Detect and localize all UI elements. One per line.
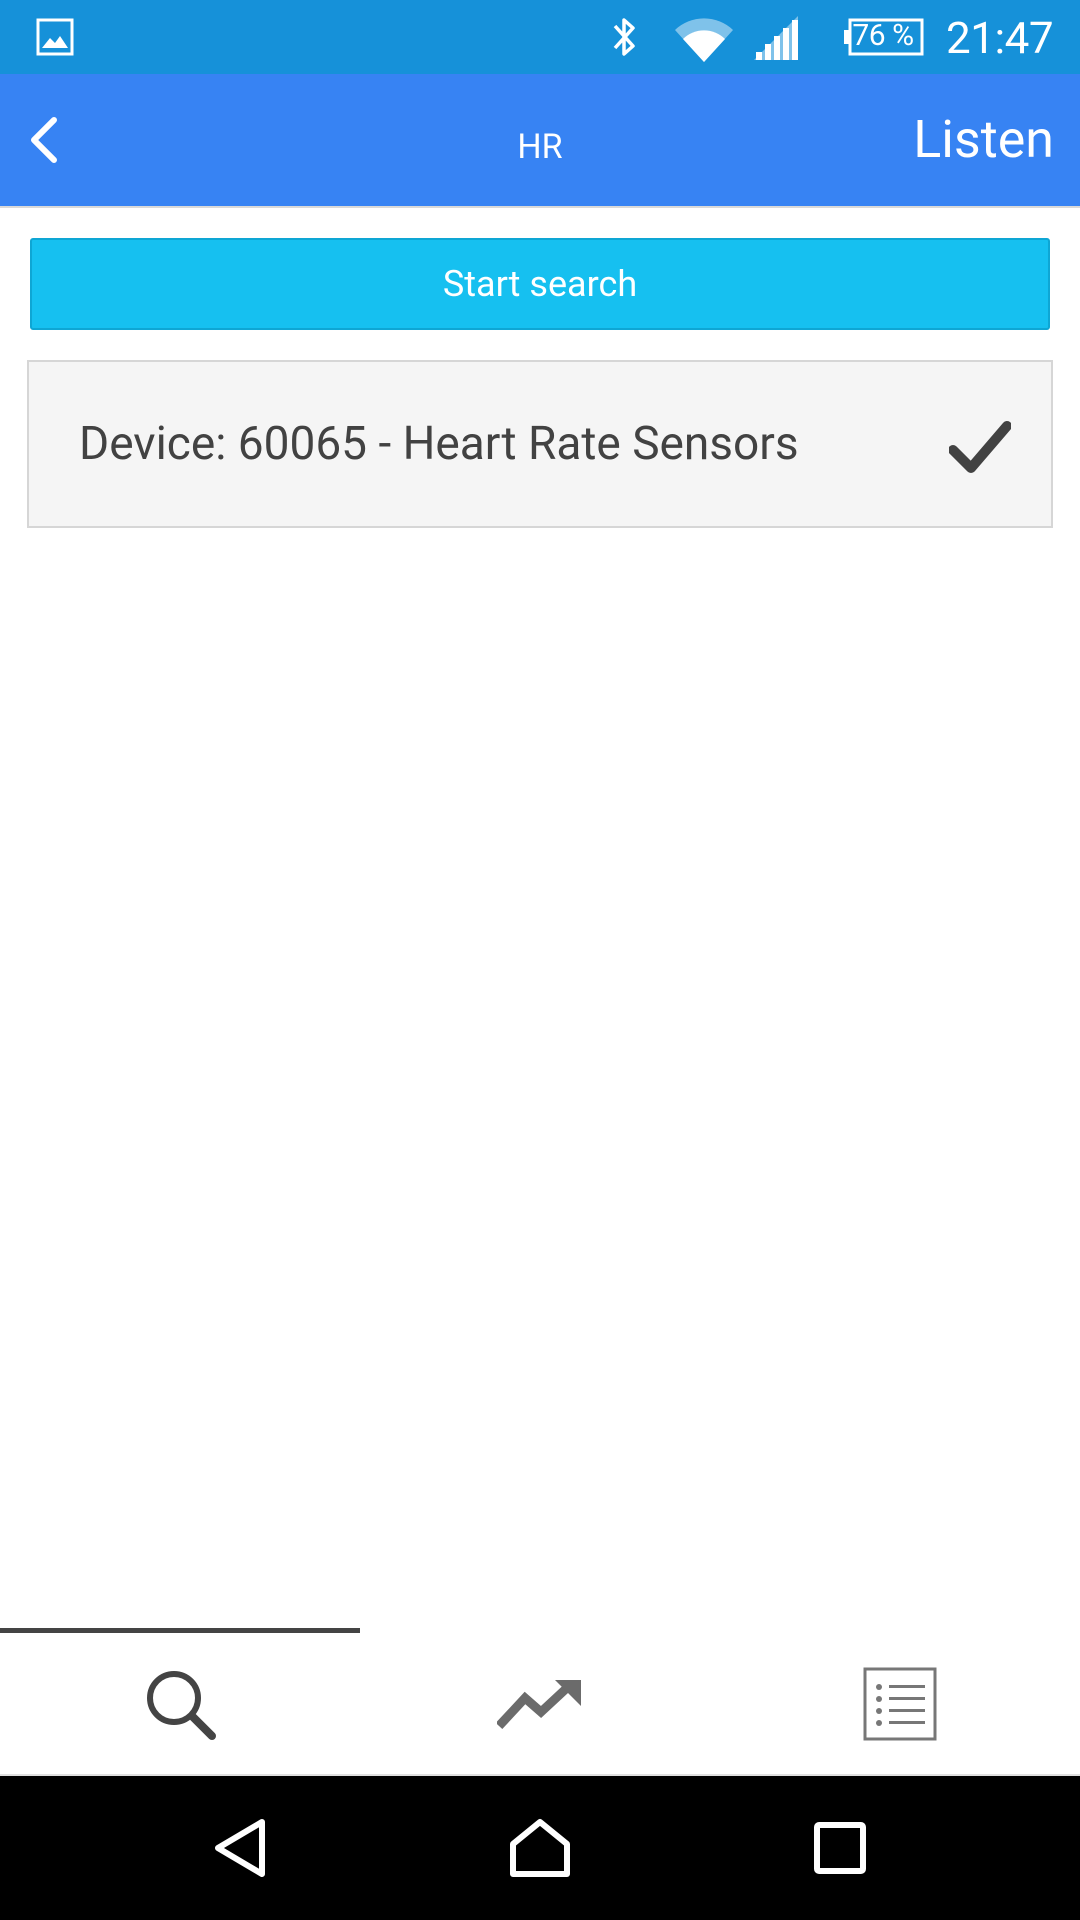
tab-trend[interactable]: [360, 1633, 720, 1774]
app-bar: HR Listen: [0, 74, 1080, 206]
device-list-item[interactable]: Device: 60065 - Heart Rate Sensors: [27, 360, 1053, 528]
gallery-icon: [36, 18, 74, 56]
search-icon: [147, 1670, 216, 1740]
listen-button[interactable]: Listen: [913, 74, 1054, 206]
status-time: 21:47: [946, 12, 1054, 64]
battery-icon: 76 %: [844, 18, 926, 56]
bottom-tab-bar: [0, 1628, 1080, 1776]
checkmark-icon: [948, 420, 1012, 476]
list-icon: [863, 1667, 937, 1740]
device-label: Device: 60065 - Heart Rate Sensors: [79, 417, 799, 471]
wifi-icon: [673, 14, 735, 64]
start-search-button[interactable]: Start search: [30, 238, 1050, 330]
tab-search[interactable]: [0, 1633, 360, 1774]
tab-list[interactable]: [720, 1633, 1080, 1774]
trend-chart-icon: [497, 1679, 581, 1729]
nav-home-button[interactable]: [490, 1798, 590, 1898]
nav-recent-apps-button[interactable]: [790, 1798, 890, 1898]
status-bar: 76 % 21:47: [0, 0, 1080, 74]
app-bar-divider: [0, 206, 1080, 208]
nav-home-icon: [510, 1819, 570, 1877]
signal-icon: [752, 16, 800, 60]
nav-back-icon: [215, 1819, 265, 1877]
nav-back-button[interactable]: [190, 1798, 290, 1898]
battery-percent: 76 %: [852, 18, 914, 53]
system-nav-bar: [0, 1776, 1080, 1920]
nav-recent-apps-icon: [814, 1822, 866, 1874]
bluetooth-icon: [607, 14, 643, 60]
